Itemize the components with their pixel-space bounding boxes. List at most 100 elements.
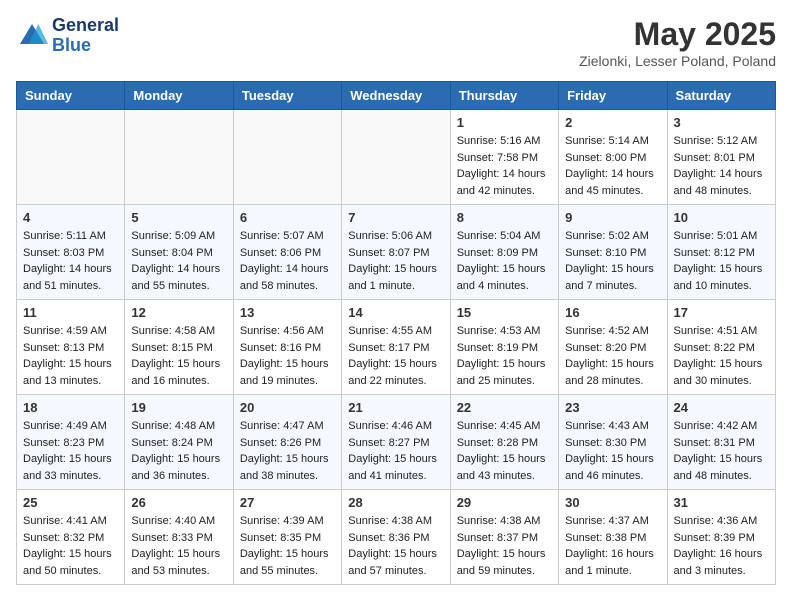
day-cell: 19 Sunrise: 4:48 AMSunset: 8:24 PMDayligh… [125, 395, 233, 490]
day-cell: 8 Sunrise: 5:04 AMSunset: 8:09 PMDaylight… [450, 205, 558, 300]
day-number: 5 [131, 210, 226, 225]
day-info: Sunrise: 4:42 AMSunset: 8:31 PMDaylight:… [674, 418, 769, 484]
week-row-1: 1 Sunrise: 5:16 AMSunset: 7:58 PMDaylight… [17, 110, 776, 205]
day-number: 4 [23, 210, 118, 225]
day-number: 22 [457, 400, 552, 415]
day-info: Sunrise: 4:58 AMSunset: 8:15 PMDaylight:… [131, 323, 226, 389]
day-info: Sunrise: 5:11 AMSunset: 8:03 PMDaylight:… [23, 228, 118, 294]
day-cell: 18 Sunrise: 4:49 AMSunset: 8:23 PMDayligh… [17, 395, 125, 490]
day-info: Sunrise: 4:38 AMSunset: 8:37 PMDaylight:… [457, 513, 552, 579]
day-cell: 24 Sunrise: 4:42 AMSunset: 8:31 PMDayligh… [667, 395, 775, 490]
day-info: Sunrise: 4:59 AMSunset: 8:13 PMDaylight:… [23, 323, 118, 389]
day-number: 8 [457, 210, 552, 225]
day-cell: 26Sunrise: 4:40 AMSunset: 8:33 PMDayligh… [125, 490, 233, 585]
day-number: 29 [457, 495, 552, 510]
weekday-header-friday: Friday [559, 82, 667, 110]
weekday-header-monday: Monday [125, 82, 233, 110]
day-info: Sunrise: 5:16 AMSunset: 7:58 PMDaylight:… [457, 133, 552, 199]
logo-icon [16, 20, 48, 52]
day-cell: 16 Sunrise: 4:52 AMSunset: 8:20 PMDayligh… [559, 300, 667, 395]
day-info: Sunrise: 4:53 AMSunset: 8:19 PMDaylight:… [457, 323, 552, 389]
week-row-4: 18 Sunrise: 4:49 AMSunset: 8:23 PMDayligh… [17, 395, 776, 490]
day-cell: 12 Sunrise: 4:58 AMSunset: 8:15 PMDayligh… [125, 300, 233, 395]
day-info: Sunrise: 4:37 AMSunset: 8:38 PMDaylight:… [565, 513, 660, 579]
day-info: Sunrise: 5:06 AMSunset: 8:07 PMDaylight:… [348, 228, 443, 294]
day-number: 6 [240, 210, 335, 225]
logo: General Blue [16, 16, 119, 56]
day-number: 3 [674, 115, 769, 130]
day-number: 10 [674, 210, 769, 225]
page-header: General Blue May 2025 Zielonki, Lesser P… [16, 16, 776, 69]
day-info: Sunrise: 4:48 AMSunset: 8:24 PMDaylight:… [131, 418, 226, 484]
day-number: 15 [457, 305, 552, 320]
day-info: Sunrise: 4:38 AMSunset: 8:36 PMDaylight:… [348, 513, 443, 579]
day-cell: 9 Sunrise: 5:02 AMSunset: 8:10 PMDaylight… [559, 205, 667, 300]
day-cell: 28 Sunrise: 4:38 AMSunset: 8:36 PMDayligh… [342, 490, 450, 585]
day-cell: 2Sunrise: 5:14 AMSunset: 8:00 PMDaylight… [559, 110, 667, 205]
day-number: 16 [565, 305, 660, 320]
day-number: 25 [23, 495, 118, 510]
day-number: 26 [131, 495, 226, 510]
day-cell: 31Sunrise: 4:36 AMSunset: 8:39 PMDayligh… [667, 490, 775, 585]
day-info: Sunrise: 5:07 AMSunset: 8:06 PMDaylight:… [240, 228, 335, 294]
day-cell: 1 Sunrise: 5:16 AMSunset: 7:58 PMDaylight… [450, 110, 558, 205]
day-number: 23 [565, 400, 660, 415]
day-number: 1 [457, 115, 552, 130]
day-cell: 14Sunrise: 4:55 AMSunset: 8:17 PMDayligh… [342, 300, 450, 395]
day-number: 7 [348, 210, 443, 225]
day-cell: 23 Sunrise: 4:43 AMSunset: 8:30 PMDayligh… [559, 395, 667, 490]
weekday-header-tuesday: Tuesday [233, 82, 341, 110]
title-block: May 2025 Zielonki, Lesser Poland, Poland [579, 16, 776, 69]
week-row-2: 4 Sunrise: 5:11 AMSunset: 8:03 PMDaylight… [17, 205, 776, 300]
day-info: Sunrise: 4:52 AMSunset: 8:20 PMDaylight:… [565, 323, 660, 389]
day-cell [125, 110, 233, 205]
day-number: 13 [240, 305, 335, 320]
day-info: Sunrise: 4:41 AMSunset: 8:32 PMDaylight:… [23, 513, 118, 579]
weekday-header-row: SundayMondayTuesdayWednesdayThursdayFrid… [17, 82, 776, 110]
day-cell: 29 Sunrise: 4:38 AMSunset: 8:37 PMDayligh… [450, 490, 558, 585]
day-number: 30 [565, 495, 660, 510]
day-info: Sunrise: 4:47 AMSunset: 8:26 PMDaylight:… [240, 418, 335, 484]
week-row-5: 25 Sunrise: 4:41 AMSunset: 8:32 PMDayligh… [17, 490, 776, 585]
day-number: 18 [23, 400, 118, 415]
day-info: Sunrise: 5:04 AMSunset: 8:09 PMDaylight:… [457, 228, 552, 294]
day-info: Sunrise: 4:55 AMSunset: 8:17 PMDaylight:… [348, 323, 443, 389]
day-info: Sunrise: 5:09 AMSunset: 8:04 PMDaylight:… [131, 228, 226, 294]
day-cell: 20Sunrise: 4:47 AMSunset: 8:26 PMDayligh… [233, 395, 341, 490]
day-info: Sunrise: 4:45 AMSunset: 8:28 PMDaylight:… [457, 418, 552, 484]
day-cell: 10 Sunrise: 5:01 AMSunset: 8:12 PMDayligh… [667, 205, 775, 300]
weekday-header-wednesday: Wednesday [342, 82, 450, 110]
day-cell: 3 Sunrise: 5:12 AMSunset: 8:01 PMDaylight… [667, 110, 775, 205]
day-number: 9 [565, 210, 660, 225]
day-info: Sunrise: 5:01 AMSunset: 8:12 PMDaylight:… [674, 228, 769, 294]
day-number: 2 [565, 115, 660, 130]
day-cell: 11Sunrise: 4:59 AMSunset: 8:13 PMDayligh… [17, 300, 125, 395]
day-info: Sunrise: 5:02 AMSunset: 8:10 PMDaylight:… [565, 228, 660, 294]
day-info: Sunrise: 5:12 AMSunset: 8:01 PMDaylight:… [674, 133, 769, 199]
day-number: 24 [674, 400, 769, 415]
day-number: 28 [348, 495, 443, 510]
day-info: Sunrise: 4:46 AMSunset: 8:27 PMDaylight:… [348, 418, 443, 484]
day-cell: 22 Sunrise: 4:45 AMSunset: 8:28 PMDayligh… [450, 395, 558, 490]
day-number: 17 [674, 305, 769, 320]
day-cell: 4 Sunrise: 5:11 AMSunset: 8:03 PMDaylight… [17, 205, 125, 300]
week-row-3: 11Sunrise: 4:59 AMSunset: 8:13 PMDayligh… [17, 300, 776, 395]
day-info: Sunrise: 4:43 AMSunset: 8:30 PMDaylight:… [565, 418, 660, 484]
day-cell: 27Sunrise: 4:39 AMSunset: 8:35 PMDayligh… [233, 490, 341, 585]
calendar: SundayMondayTuesdayWednesdayThursdayFrid… [16, 81, 776, 585]
day-info: Sunrise: 4:56 AMSunset: 8:16 PMDaylight:… [240, 323, 335, 389]
day-cell: 13 Sunrise: 4:56 AMSunset: 8:16 PMDayligh… [233, 300, 341, 395]
logo-line2: Blue [52, 36, 119, 56]
month-title: May 2025 [579, 16, 776, 53]
day-cell: 5 Sunrise: 5:09 AMSunset: 8:04 PMDaylight… [125, 205, 233, 300]
day-info: Sunrise: 4:39 AMSunset: 8:35 PMDaylight:… [240, 513, 335, 579]
day-info: Sunrise: 4:49 AMSunset: 8:23 PMDaylight:… [23, 418, 118, 484]
day-cell [17, 110, 125, 205]
day-cell [342, 110, 450, 205]
day-cell: 21Sunrise: 4:46 AMSunset: 8:27 PMDayligh… [342, 395, 450, 490]
day-number: 12 [131, 305, 226, 320]
location: Zielonki, Lesser Poland, Poland [579, 53, 776, 69]
logo-line1: General [52, 16, 119, 36]
day-cell: 15 Sunrise: 4:53 AMSunset: 8:19 PMDayligh… [450, 300, 558, 395]
day-number: 19 [131, 400, 226, 415]
